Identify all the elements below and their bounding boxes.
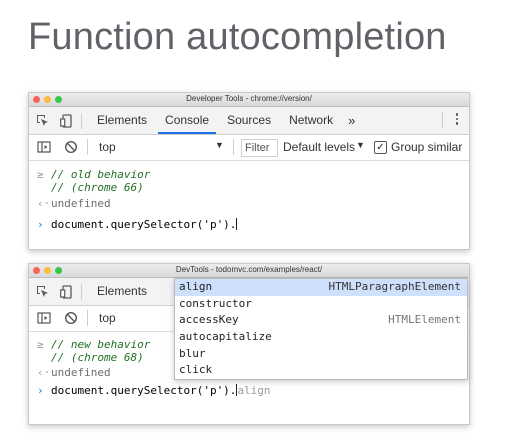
text-caret <box>236 218 238 230</box>
inspect-icon[interactable] <box>35 114 49 128</box>
console-result: undefined <box>51 197 111 210</box>
autocomplete-popup: align HTMLParagraphElement constructor acce… <box>174 278 468 381</box>
devtools-tabbar: Elements Console Sources Network » <box>29 107 469 135</box>
sidebar-toggle-icon[interactable] <box>37 311 51 325</box>
toolbar-divider <box>81 283 82 300</box>
result-arrow-icon: ≥ <box>37 168 44 181</box>
console-input-text[interactable]: document.querySelector('p'). <box>51 384 236 397</box>
context-selector[interactable]: top <box>99 311 116 325</box>
autocomplete-item-type: HTMLParagraphElement <box>328 280 461 293</box>
console-comment: // (chrome 66) <box>51 181 144 194</box>
device-icon[interactable] <box>59 113 73 128</box>
console-comment: // (chrome 68) <box>51 351 144 364</box>
inspect-icon[interactable] <box>35 285 49 299</box>
console-result-row: ‹· undefined <box>29 197 469 215</box>
console-input-echo: // (chrome 66) <box>29 181 469 197</box>
autocomplete-item-label: autocapitalize <box>179 330 272 344</box>
slide-title: Function autocompletion <box>28 16 447 58</box>
autocomplete-item[interactable]: accessKey HTMLElement <box>175 312 467 329</box>
group-similar-label: Group similar <box>391 140 463 154</box>
clear-console-icon[interactable] <box>64 311 78 325</box>
autocomplete-item[interactable]: constructor <box>175 296 467 313</box>
result-arrow-icon: ‹· <box>37 197 51 210</box>
group-similar-checkbox[interactable]: ✓ <box>374 141 387 154</box>
toolbar-divider <box>87 310 88 326</box>
dropdown-arrow-icon[interactable]: ▼ <box>215 140 224 150</box>
kebab-menu-icon[interactable] <box>455 113 459 125</box>
window-titlebar: Developer Tools - chrome://version/ <box>29 93 469 107</box>
console-filterbar: top ▼ Filter Default levels ▼ ✓ Group si… <box>29 135 469 161</box>
console-input-echo: ≥ // old behavior <box>29 168 469 181</box>
prompt-chevron-icon: › <box>37 218 44 231</box>
tab-console[interactable]: Console <box>156 107 218 134</box>
console-output: ≥ // old behavior // (chrome 66) ‹· unde… <box>29 161 469 234</box>
autocomplete-item-label: align <box>179 280 213 293</box>
autocomplete-item[interactable]: blur <box>175 346 467 363</box>
filter-input[interactable]: Filter <box>241 139 278 157</box>
dropdown-arrow-icon[interactable]: ▼ <box>356 140 365 150</box>
toolbar-divider <box>233 139 234 155</box>
console-comment: // old behavior <box>51 168 151 181</box>
autocomplete-item-label: blur <box>179 346 206 360</box>
toolbar-divider <box>81 112 82 129</box>
tab-sources[interactable]: Sources <box>218 107 280 134</box>
devtools-window-new: DevTools - todomvc.com/examples/react/ E… <box>28 263 470 425</box>
console-result: undefined <box>51 366 111 379</box>
console-input-text[interactable]: document.querySelector('p'). <box>51 218 236 231</box>
device-icon[interactable] <box>59 284 73 299</box>
autocomplete-item[interactable]: align HTMLParagraphElement <box>175 279 467 296</box>
prompt-chevron-icon: › <box>37 384 44 397</box>
log-levels-dropdown[interactable]: Default levels <box>283 140 355 154</box>
autocomplete-item-type: HTMLElement <box>388 313 461 327</box>
autocomplete-item-label: accessKey <box>179 313 239 327</box>
toolbar-divider <box>87 139 88 155</box>
tab-network[interactable]: Network <box>280 107 342 134</box>
autocomplete-item[interactable]: autocapitalize <box>175 329 467 346</box>
window-title: DevTools - todomvc.com/examples/react/ <box>175 265 323 274</box>
result-arrow-icon: ≥ <box>37 338 44 351</box>
context-selector[interactable]: top <box>99 140 116 154</box>
autocomplete-item-label: constructor <box>179 296 252 310</box>
toolbar-divider <box>442 112 443 128</box>
autocomplete-item-label: click <box>179 363 213 377</box>
console-prompt[interactable]: › document.querySelector('p').align <box>29 384 469 400</box>
tab-elements[interactable]: Elements <box>88 278 156 305</box>
autocomplete-ghost-text: align <box>237 384 271 397</box>
console-comment: // new behavior <box>51 338 151 351</box>
clear-console-icon[interactable] <box>64 140 78 154</box>
window-titlebar: DevTools - todomvc.com/examples/react/ <box>29 264 469 278</box>
devtools-window-old: Developer Tools - chrome://version/ Elem… <box>28 92 470 250</box>
more-tabs-button[interactable]: » <box>342 113 361 128</box>
tab-elements[interactable]: Elements <box>88 107 156 134</box>
autocomplete-item[interactable]: click <box>175 362 467 379</box>
sidebar-toggle-icon[interactable] <box>37 140 51 154</box>
console-prompt[interactable]: › document.querySelector('p'). <box>29 218 469 234</box>
result-arrow-icon: ‹· <box>37 366 51 379</box>
window-title: Developer Tools - chrome://version/ <box>186 94 312 103</box>
